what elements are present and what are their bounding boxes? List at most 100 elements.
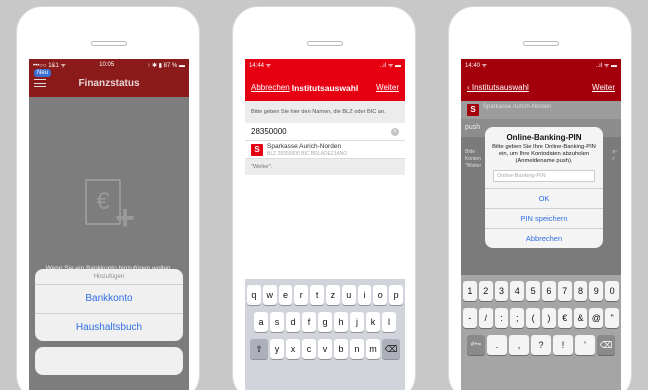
cancel-button[interactable]: Abbrechen: [485, 228, 603, 248]
nav-bar: ‹ Institutsauswahl Weiter: [461, 71, 621, 101]
key[interactable]: u: [341, 285, 356, 305]
plus-icon: +: [115, 199, 135, 237]
key[interactable]: 7: [557, 281, 572, 301]
key[interactable]: r: [294, 285, 309, 305]
key[interactable]: f: [302, 312, 316, 332]
bank-meta: BLZ 28350000 BIC BRLADE21ANO: [267, 151, 348, 157]
key[interactable]: :: [494, 308, 509, 328]
new-badge[interactable]: Neu: [34, 69, 52, 77]
bankkonto-option[interactable]: Bankkonto: [35, 285, 183, 313]
key[interactable]: -: [463, 308, 477, 328]
key[interactable]: g: [318, 312, 332, 332]
key[interactable]: 3: [494, 281, 509, 301]
key[interactable]: e: [278, 285, 293, 305]
save-pin-button[interactable]: PIN speichern: [485, 208, 603, 228]
clear-icon[interactable]: ×: [391, 128, 399, 136]
backspace-key[interactable]: ⌫: [382, 339, 400, 359]
pin-alert-dialog: Online-Banking-PIN Bitte geben Sie Ihre …: [485, 127, 603, 248]
action-sheet: Hinzufügen Bankkonto Haushaltsbuch: [35, 269, 183, 341]
key[interactable]: .: [487, 335, 507, 355]
key[interactable]: 5: [526, 281, 540, 301]
next-button[interactable]: Weiter: [376, 83, 399, 92]
key[interactable]: k: [366, 312, 380, 332]
keyboard-row-1: q w e r t z u i o p: [247, 285, 403, 305]
key[interactable]: j: [350, 312, 364, 332]
symbols-key[interactable]: #+=: [467, 335, 485, 355]
key[interactable]: p: [389, 285, 403, 305]
key[interactable]: i: [357, 285, 372, 305]
speaker-icon: [91, 41, 127, 46]
pin-input[interactable]: Online-Banking-PIN: [493, 170, 595, 182]
key[interactable]: ': [575, 335, 595, 355]
shift-key[interactable]: ⇧: [250, 339, 268, 359]
key[interactable]: w: [262, 285, 277, 305]
key[interactable]: ,: [509, 335, 529, 355]
top-bar: •••○○ 1&1 ᯤ 10:05 ↑ ✱ ▮ 87 % ▬ Neu Finan…: [29, 59, 189, 97]
numpad-row-3: #+= . , ? ! ' ⌫: [463, 335, 619, 355]
status-time: 10:05: [99, 62, 115, 68]
key[interactable]: t: [310, 285, 324, 305]
nav-bar: Abbrechen Institutsauswahl Weiter: [245, 71, 405, 101]
keyboard-row-3: ⇧ y x c v b n m ⌫: [247, 339, 403, 359]
screen-institutsauswahl: 14:44 ᯤ ..ıl ᯤ ▬ Abbrechen Institutsausw…: [245, 59, 405, 390]
key[interactable]: s: [270, 312, 284, 332]
backspace-key[interactable]: ⌫: [597, 335, 615, 355]
key[interactable]: c: [302, 339, 316, 359]
key[interactable]: 1: [463, 281, 477, 301]
ok-button[interactable]: OK: [485, 188, 603, 208]
numeric-keyboard: 1 2 3 4 5 6 7 8 9 0 - / : ; ( ) € & @ " …: [461, 275, 621, 390]
key[interactable]: q: [247, 285, 261, 305]
list-item[interactable]: S Sparkasse Aurich-Norden BLZ 28350000 B…: [245, 141, 405, 159]
haushaltsbuch-option[interactable]: Haushaltsbuch: [35, 313, 183, 341]
key[interactable]: ?: [531, 335, 551, 355]
key[interactable]: n: [350, 339, 364, 359]
key[interactable]: 0: [605, 281, 619, 301]
key[interactable]: d: [286, 312, 300, 332]
phone-frame-3: 14:40 ᯤ ..ıl ᯤ ▬ ‹ Institutsauswahl Weit…: [448, 6, 632, 390]
alert-title: Online-Banking-PIN: [506, 133, 582, 142]
bank-name: Sparkasse Aurich-Norden: [267, 143, 342, 150]
carrier: •••○○ 1&1 ᯤ: [33, 63, 67, 69]
key[interactable]: l: [382, 312, 396, 332]
keyboard-row-2: a s d f g h j k l: [247, 312, 403, 332]
next-button[interactable]: Weiter: [592, 83, 615, 92]
key[interactable]: m: [366, 339, 380, 359]
key[interactable]: o: [373, 285, 388, 305]
key[interactable]: (: [526, 308, 540, 328]
key[interactable]: a: [254, 312, 268, 332]
key[interactable]: &: [573, 308, 588, 328]
speaker-icon: [307, 41, 343, 46]
key[interactable]: /: [478, 308, 493, 328]
key[interactable]: 9: [589, 281, 604, 301]
key[interactable]: 6: [542, 281, 556, 301]
search-input[interactable]: 28350000 ×: [245, 123, 405, 141]
key[interactable]: v: [318, 339, 332, 359]
key[interactable]: y: [270, 339, 284, 359]
numpad-row-1: 1 2 3 4 5 6 7 8 9 0: [463, 281, 619, 301]
key[interactable]: x: [286, 339, 300, 359]
sparkasse-logo-icon: S: [467, 104, 479, 116]
key[interactable]: ": [605, 308, 619, 328]
instruction-text: Bitte geben Sie hier den Namen, die BLZ …: [245, 101, 405, 123]
screen-pin-entry: 14:40 ᯤ ..ıl ᯤ ▬ ‹ Institutsauswahl Weit…: [461, 59, 621, 390]
back-button[interactable]: ‹ Institutsauswahl: [467, 83, 529, 92]
key[interactable]: @: [589, 308, 604, 328]
key[interactable]: 2: [478, 281, 493, 301]
key[interactable]: €: [557, 308, 572, 328]
phone-frame-2: 14:44 ᯤ ..ıl ᯤ ▬ Abbrechen Institutsausw…: [232, 6, 416, 390]
key[interactable]: 4: [510, 281, 525, 301]
key[interactable]: z: [326, 285, 340, 305]
key[interactable]: ;: [510, 308, 525, 328]
action-sheet-cancel[interactable]: [35, 347, 183, 375]
bank-name: Sparkasse Aurich-Norden: [483, 104, 552, 110]
signal-status: ..ıl ᯤ ▬: [595, 63, 617, 69]
key[interactable]: b: [334, 339, 348, 359]
key[interactable]: h: [334, 312, 348, 332]
key[interactable]: ): [542, 308, 556, 328]
keyboard: q w e r t z u i o p a s d f g h j k l ⇧ …: [245, 279, 405, 390]
numpad-row-2: - / : ; ( ) € & @ ": [463, 308, 619, 328]
action-sheet-title: Hinzufügen: [35, 269, 183, 285]
key[interactable]: !: [553, 335, 573, 355]
key[interactable]: 8: [573, 281, 588, 301]
weiter-note: "Weiter".: [245, 159, 405, 175]
